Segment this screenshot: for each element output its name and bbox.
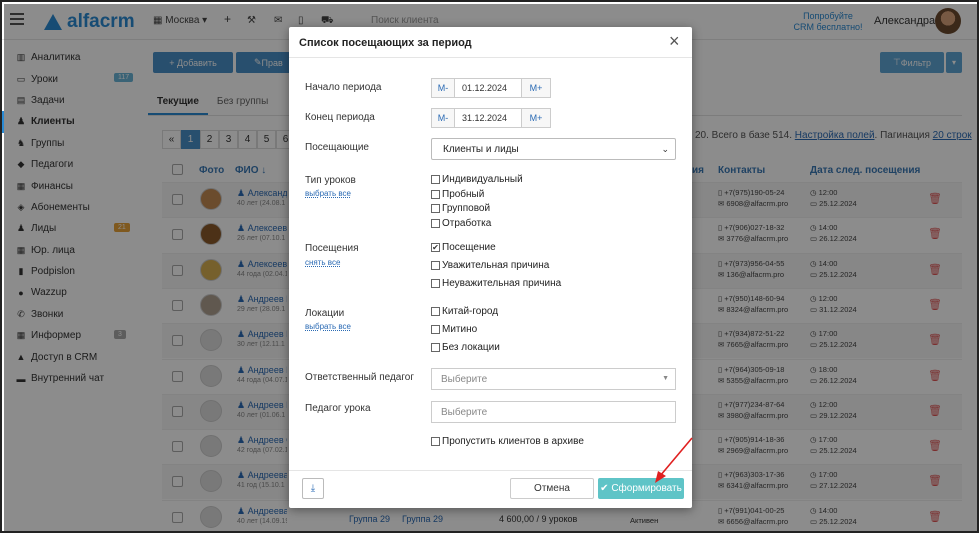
checkbox-label: Без локации xyxy=(442,342,500,353)
checkbox-label: Уважительная причина xyxy=(442,260,550,271)
start-date-input[interactable]: 01.12.2024 xyxy=(455,78,521,98)
checkbox-box xyxy=(431,261,440,270)
locations-checkbox[interactable]: Китай-город xyxy=(431,306,498,317)
start-period-label: Начало периода xyxy=(305,82,382,93)
locations-select-all-link[interactable]: выбрать все xyxy=(305,322,351,331)
checkbox-label: Пробный xyxy=(442,188,485,200)
download-button[interactable]: ⤓ xyxy=(302,478,324,499)
start-minus-month-button[interactable]: M- xyxy=(431,78,455,98)
responsible-teacher-placeholder: Выберите xyxy=(441,373,488,385)
lesson_types-checkbox[interactable]: Отработка xyxy=(431,218,491,229)
checkbox-label: Неуважительная причина xyxy=(442,278,562,289)
end-plus-month-button[interactable]: M+ xyxy=(521,108,551,128)
attendance-report-modal: Список посещающих за период × Начало пер… xyxy=(289,27,692,508)
start-plus-month-button[interactable]: M+ xyxy=(521,78,551,98)
attendance-checkbox[interactable]: ✔ Посещение xyxy=(431,242,496,253)
close-icon[interactable]: × xyxy=(669,31,680,52)
locations-checkbox[interactable]: Без локации xyxy=(431,342,500,353)
lesson_types-checkbox[interactable]: Индивидуальный xyxy=(431,174,523,185)
end-date-input[interactable]: 31.12.2024 xyxy=(455,108,521,128)
checkbox-box xyxy=(431,279,440,288)
lesson-teacher-label: Педагог урока xyxy=(305,403,371,414)
checkbox-box xyxy=(431,189,440,199)
visitors-select[interactable]: Клиенты и лиды ⌄ xyxy=(431,138,676,160)
attendance-checkbox[interactable]: Неуважительная причина xyxy=(431,278,561,289)
responsible-teacher-label: Ответственный педагог xyxy=(305,372,414,383)
responsible-teacher-select[interactable]: Выберите ▼ xyxy=(431,368,676,390)
modal-header: Список посещающих за период × xyxy=(289,27,692,58)
checkbox-box xyxy=(431,307,440,316)
lesson_types-checkbox[interactable]: Пробный xyxy=(431,189,484,200)
lesson-types-select-all-link[interactable]: выбрать все xyxy=(305,189,351,198)
cancel-button[interactable]: Отмена xyxy=(510,478,594,499)
visitors-value: Клиенты и лиды xyxy=(443,143,519,155)
checkbox-box xyxy=(431,175,440,184)
checkbox-box xyxy=(431,219,440,229)
checkbox-label: Отработка xyxy=(442,218,492,230)
checkbox-box: ✔ xyxy=(431,243,440,252)
checkbox-box xyxy=(431,343,440,352)
visitors-label: Посещающие xyxy=(305,142,369,153)
locations-label: Локации xyxy=(305,308,345,319)
lesson-teacher-input[interactable]: Выберите xyxy=(431,401,676,423)
checkbox-box xyxy=(431,437,440,446)
generate-label: Сформировать xyxy=(611,483,682,494)
end-minus-month-button[interactable]: M- xyxy=(431,108,455,128)
lesson-teacher-placeholder: Выберите xyxy=(441,406,488,418)
skip-archive-checkbox[interactable]: Пропустить клиентов в архиве xyxy=(431,436,584,447)
checkbox-label: Митино xyxy=(442,324,478,335)
attendance-clear-all-link[interactable]: снять все xyxy=(305,258,340,267)
checkbox-label: Китай-город xyxy=(442,306,499,317)
checkbox-label: Индивидуальный xyxy=(442,174,523,185)
chevron-down-icon: ⌄ xyxy=(661,144,669,154)
lesson-types-label: Тип уроков xyxy=(305,175,356,186)
skip-archive-label: Пропустить клиентов в архиве xyxy=(442,436,584,447)
locations-checkbox[interactable]: Митино xyxy=(431,324,477,335)
checkbox-box xyxy=(431,325,440,334)
attendance-label: Посещения xyxy=(305,243,359,254)
caret-down-icon: ▼ xyxy=(662,375,669,382)
download-icon: ⤓ xyxy=(310,483,316,494)
checkbox-box xyxy=(431,204,440,214)
lesson_types-checkbox[interactable]: Групповой xyxy=(431,203,490,214)
app-window: alfacrm ▦ Москва ▾ + ⚒ ✉ ▯ ⛟ Поиск клиен… xyxy=(0,0,979,533)
attendance-checkbox[interactable]: Уважительная причина xyxy=(431,260,549,271)
end-period-label: Конец периода xyxy=(305,112,375,123)
checkbox-label: Групповой xyxy=(442,203,491,215)
checkbox-label: Посещение xyxy=(442,242,496,253)
generate-button[interactable]: ✔ Сформировать xyxy=(598,478,684,499)
modal-footer-divider xyxy=(289,470,692,471)
modal-title: Список посещающих за период xyxy=(299,37,472,49)
